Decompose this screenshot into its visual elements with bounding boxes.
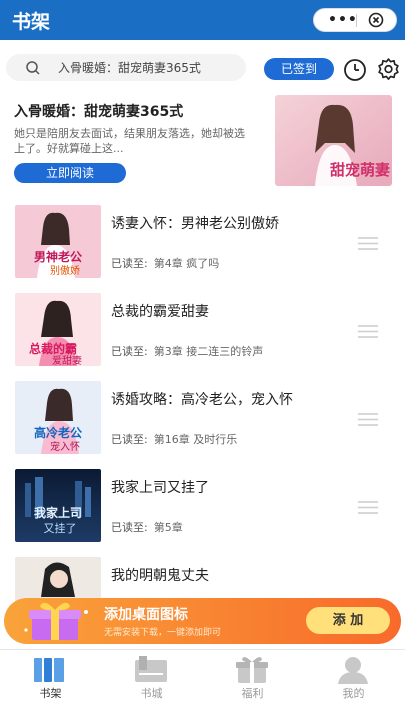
top-bar: 书架 •••	[0, 0, 405, 40]
book-progress: 已读至: 第3章 接二连三的铃声	[111, 343, 263, 359]
tab-label: 书架	[39, 687, 62, 700]
gift-box-icon	[24, 602, 88, 640]
close-icon[interactable]	[368, 12, 384, 28]
book-title: 诱婚攻略：高冷老公，宠入怀	[111, 392, 293, 408]
featured-description: 她只是陪朋友去面试，结果朋友落选，她却被选上了。好就算碰上这...	[14, 127, 245, 155]
list-item[interactable]: 总裁的霸 爱甜妻 总裁的霸爱甜妻 已读至: 第3章 接二连三的铃声	[0, 285, 405, 373]
featured-cover-text: 甜宠萌妻	[330, 161, 390, 179]
tab-welfare[interactable]: 福利	[202, 650, 303, 710]
bottom-tab-bar: 书架 书城 福利 我的	[0, 649, 405, 710]
list-item[interactable]: 男神老公 别傲娇 诱妻入怀：男神老公别傲娇 已读至: 第4章 疯了吗	[0, 197, 405, 285]
read-now-button[interactable]: 立即阅读	[14, 163, 126, 183]
progress-chapter: 第16章 及时行乐	[153, 433, 238, 446]
tab-bookstore[interactable]: 书城	[101, 650, 202, 710]
progress-label: 已读至:	[111, 433, 148, 446]
gear-icon[interactable]	[376, 57, 401, 82]
add-to-desktop-banner[interactable]: 添加桌面图标 无需安装下载，一键添加即可 添 加	[4, 598, 401, 644]
book-progress: 已读至: 第16章 及时行乐	[111, 431, 237, 447]
add-button[interactable]: 添 加	[306, 607, 390, 634]
book-cover-subtext: 又挂了	[44, 521, 77, 535]
tab-profile[interactable]: 我的	[303, 650, 404, 710]
banner-title: 添加桌面图标	[104, 607, 188, 623]
book-title: 我的明朝鬼丈夫	[111, 568, 209, 584]
book-cover-subtext: 宠入怀	[50, 440, 80, 453]
bookstore-icon	[135, 656, 167, 682]
search-placeholder: 入骨暖婚：甜宠萌妻365式	[58, 61, 201, 75]
menu-icon[interactable]	[358, 413, 378, 426]
signin-button[interactable]: 已签到	[264, 58, 334, 80]
mini-program-capsule: •••	[313, 8, 397, 32]
book-progress: 已读至: 第5章	[111, 519, 183, 535]
more-button[interactable]: •••	[328, 12, 358, 28]
progress-label: 已读至:	[111, 521, 148, 534]
book-cover-text: 高冷老公	[34, 425, 82, 440]
menu-icon[interactable]	[358, 325, 378, 338]
search-bar[interactable]: 入骨暖婚：甜宠萌妻365式	[6, 54, 246, 81]
banner-subtitle: 无需安装下载，一键添加即可	[104, 628, 222, 638]
tab-label: 书城	[140, 687, 163, 700]
search-icon	[26, 61, 40, 75]
featured-cover[interactable]: 甜宠萌妻	[275, 95, 392, 186]
bookshelf-icon	[34, 658, 64, 682]
book-cover-subtext: 爱甜妻	[52, 354, 82, 366]
book-cover-text: 总裁的霸	[29, 341, 77, 356]
featured-section: 入骨暖婚：甜宠萌妻365式 已签到 入骨暖婚：甜宠萌妻365式 她只是陪朋友去面…	[0, 40, 405, 197]
book-progress: 已读至: 第4章 疯了吗	[111, 255, 219, 271]
book-cover-text: 男神老公	[34, 249, 82, 264]
menu-icon[interactable]	[358, 237, 378, 250]
book-cover: 总裁的霸 爱甜妻	[15, 293, 101, 366]
tab-label: 福利	[241, 687, 264, 700]
bookshelf-list: 男神老公 别傲娇 诱妻入怀：男神老公别傲娇 已读至: 第4章 疯了吗 总裁的霸 爱…	[0, 197, 405, 649]
menu-icon[interactable]	[358, 501, 378, 514]
gift-icon	[236, 657, 268, 683]
clock-icon[interactable]	[343, 58, 367, 82]
profile-icon	[338, 657, 368, 684]
book-cover-text: 我家上司	[34, 505, 82, 520]
featured-cover-art: 甜宠萌妻	[275, 95, 392, 186]
capsule-divider	[356, 14, 357, 27]
featured-title: 入骨暖婚：甜宠萌妻365式	[14, 104, 184, 120]
book-title: 诱妻入怀：男神老公别傲娇	[111, 216, 279, 232]
book-cover: 我家上司 又挂了	[15, 469, 101, 542]
list-item[interactable]: 高冷老公 宠入怀 诱婚攻略：高冷老公，宠入怀 已读至: 第16章 及时行乐	[0, 373, 405, 461]
progress-label: 已读至:	[111, 345, 148, 358]
list-item[interactable]: 我家上司 又挂了 我家上司又挂了 已读至: 第5章	[0, 461, 405, 549]
book-title: 我家上司又挂了	[111, 480, 209, 496]
progress-chapter: 第4章 疯了吗	[153, 257, 220, 270]
tab-label: 我的	[342, 687, 365, 700]
book-cover-subtext: 别傲娇	[50, 265, 80, 277]
app-title: 书架	[12, 11, 51, 33]
book-cover: 男神老公 别傲娇	[15, 205, 101, 278]
book-title: 总裁的霸爱甜妻	[111, 304, 209, 320]
tab-bookshelf[interactable]: 书架	[0, 650, 101, 710]
progress-chapter: 第3章 接二连三的铃声	[153, 345, 264, 358]
progress-label: 已读至:	[111, 257, 148, 270]
book-cover: 高冷老公 宠入怀	[15, 381, 101, 454]
progress-chapter: 第5章	[153, 521, 183, 534]
